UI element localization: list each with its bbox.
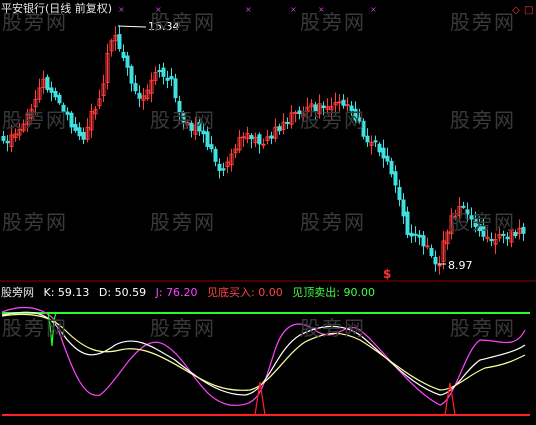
candle-body (413, 233, 418, 236)
cross-marker: × (290, 5, 297, 14)
cross-marker: × (245, 5, 252, 14)
buy-label: 见底买入: (207, 286, 255, 299)
candle-body (425, 245, 430, 248)
candle-body (129, 66, 134, 84)
candle-body (489, 238, 494, 242)
watermark: 股旁网 (450, 10, 516, 34)
candle-body (385, 155, 390, 162)
candle-body (57, 94, 62, 104)
indicator-legend: 股旁网 K: 59.13 D: 50.59 J: 76.20 见底买入: 0.0… (1, 286, 375, 299)
sell-label: 见顶卖出: (292, 286, 340, 299)
candle-body (241, 136, 246, 139)
candle-body (381, 147, 386, 159)
watermark: 股旁网 (300, 210, 366, 234)
candle-body (205, 131, 210, 147)
watermark: 股旁网 (450, 210, 516, 234)
j-label: J: (155, 286, 163, 299)
candle-body (169, 76, 174, 80)
watermark: 股旁网 (300, 316, 366, 340)
candle-body (421, 235, 426, 247)
j-value: 76.20 (166, 286, 198, 299)
candle-body (213, 148, 218, 162)
watermark: 股旁网 (2, 108, 68, 132)
candle-body (49, 87, 54, 93)
candle-body (209, 144, 214, 150)
candle-body (173, 78, 178, 99)
candle-body (365, 135, 370, 143)
candle-body (81, 131, 86, 140)
candle-body (157, 70, 162, 73)
k-value: 59.13 (57, 286, 90, 299)
candle-body (133, 83, 138, 92)
candle-body (165, 77, 170, 81)
candle-body (137, 92, 142, 99)
candle-body (121, 51, 126, 59)
candle-body (521, 226, 526, 234)
candle-body (393, 171, 398, 186)
candle-body (5, 140, 10, 144)
cross-marker: × (118, 5, 125, 14)
candle-body (161, 67, 166, 77)
watermark: 股旁网 (450, 108, 516, 132)
candle-body (221, 168, 226, 171)
candle-body (269, 135, 274, 139)
candle-body (53, 90, 58, 98)
low-price-label: 8.97 (448, 259, 473, 272)
indicator-name: 股旁网 (1, 286, 34, 299)
candle-body (437, 264, 442, 267)
candle-body (77, 127, 82, 137)
candle-body (401, 199, 406, 217)
d-label: D: (98, 286, 112, 299)
candle-body (117, 34, 122, 50)
watermark: 股旁网 (2, 316, 68, 340)
candle-body (1, 135, 6, 141)
candle-body (217, 163, 222, 171)
candle-body (417, 234, 422, 238)
watermark: 股旁网 (150, 316, 216, 340)
candle-body (409, 232, 414, 237)
buy-signal-marker: $ (383, 267, 391, 281)
candle-body (373, 140, 378, 143)
watermark: 股旁网 (2, 10, 68, 34)
watermark: 股旁网 (2, 210, 68, 234)
watermark: 股旁网 (450, 316, 516, 340)
square-icon[interactable]: □ (524, 5, 533, 16)
watermark: 股旁网 (300, 108, 366, 132)
candle-body (73, 123, 78, 131)
candle-body (125, 55, 130, 68)
candle-body (433, 256, 438, 265)
candle-body (261, 143, 266, 146)
candle-body (377, 143, 382, 153)
candle-body (505, 236, 510, 240)
candle-body (389, 160, 394, 175)
candle-body (429, 247, 434, 257)
watermark: 股旁网 (150, 10, 216, 34)
watermark: 股旁网 (150, 108, 216, 132)
candle-body (405, 211, 410, 235)
buy-value: 0.00 (258, 286, 283, 299)
candle-body (249, 135, 254, 140)
k-label: K: (43, 286, 55, 299)
candle-body (257, 134, 262, 145)
candle-body (277, 126, 282, 132)
candle-body (45, 76, 50, 91)
candle-body (285, 121, 290, 124)
cross-marker: × (370, 5, 377, 14)
sell-value: 90.00 (343, 286, 376, 299)
candle-body (69, 112, 74, 128)
candle-body (293, 112, 298, 115)
d-value: 50.59 (114, 286, 147, 299)
watermark: 股旁网 (150, 210, 216, 234)
candle-body (397, 187, 402, 200)
watermark: 股旁网 (300, 10, 366, 34)
